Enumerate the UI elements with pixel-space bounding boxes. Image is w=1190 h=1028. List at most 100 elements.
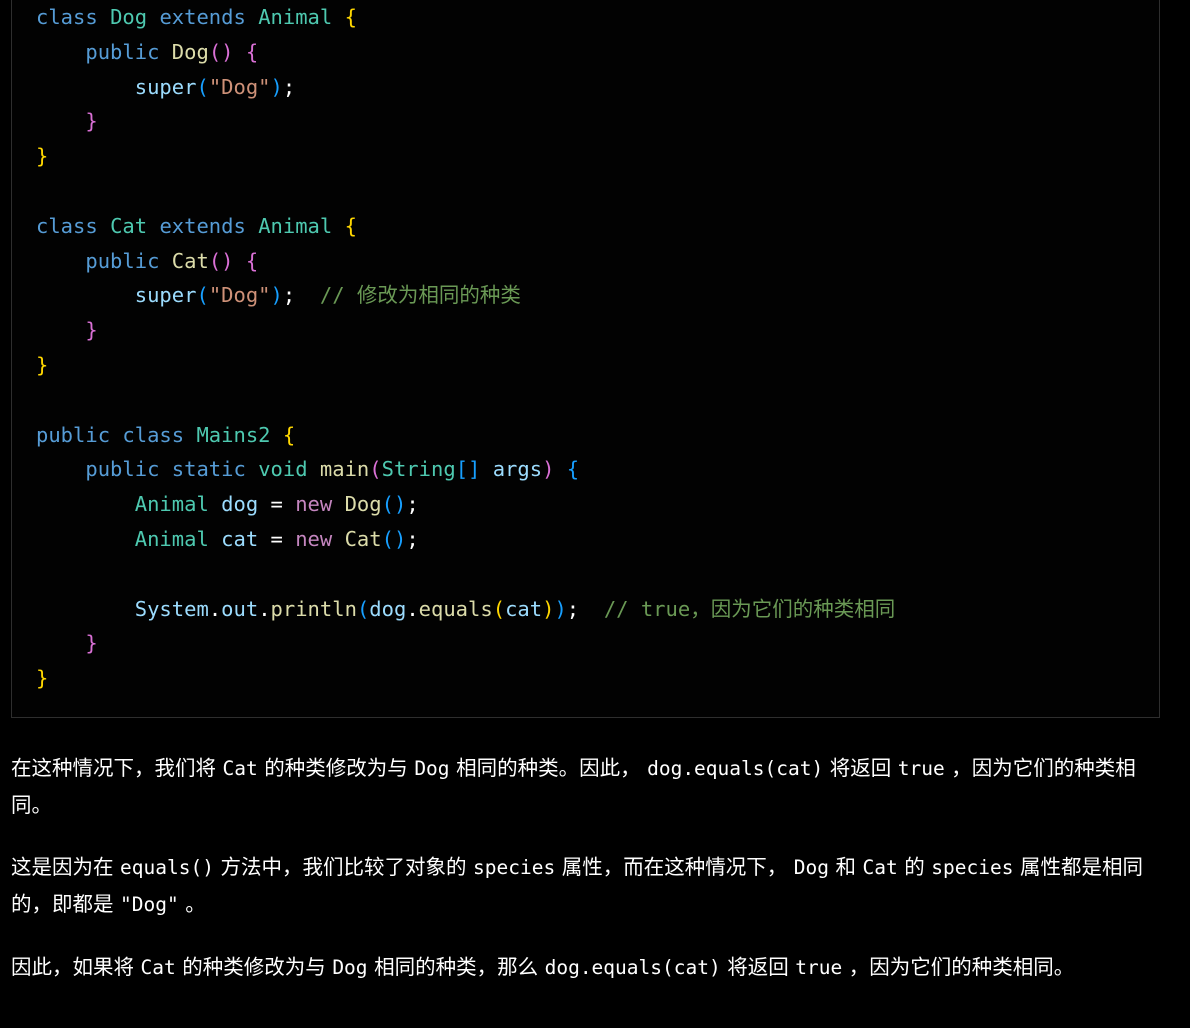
code-line: } (36, 626, 1159, 661)
token-function: println (270, 596, 357, 621)
paragraph-text: 将返回 (720, 955, 796, 979)
token-bracket: ) (554, 596, 567, 621)
token-bracket: () (381, 492, 407, 517)
token-bracket: ) (270, 74, 283, 99)
code-line: } (36, 348, 1159, 383)
inline-code: "Dog" (120, 893, 179, 916)
token-type: Animal (134, 526, 209, 551)
token-keyword-new: new (295, 492, 333, 517)
inline-code: dog.equals(cat) (647, 757, 824, 780)
token-function: super (134, 74, 197, 99)
token-punctuation: . (406, 596, 419, 621)
token-bracket: () (381, 526, 407, 551)
inline-code: Dog (414, 757, 450, 780)
token-function: Dog (171, 39, 209, 64)
inline-code: Cat (862, 856, 898, 879)
token-operator: = (270, 526, 283, 551)
code-line: class Cat extends Animal { (36, 209, 1159, 244)
token-punctuation: ; (566, 596, 580, 621)
token-function: Dog (344, 492, 382, 517)
code-block-java[interactable]: class Dog extends Animal { public Dog() … (11, 0, 1160, 718)
token-type: String (381, 457, 456, 482)
token-punctuation: ; (406, 492, 419, 517)
token-bracket: ( (369, 457, 382, 482)
code-line: } (36, 661, 1159, 696)
token-punctuation: ; (282, 74, 296, 99)
answer-content: class Dog extends Animal { public Dog() … (0, 0, 1190, 986)
token-operator: = (270, 492, 283, 517)
token-bracket: { (566, 457, 580, 482)
token-function: main (319, 457, 370, 482)
token-keyword: class (36, 213, 98, 238)
code-line: class Dog extends Animal { (36, 0, 1159, 35)
paragraph-text: ，因为它们的种类相同。 (842, 955, 1075, 979)
code-line: Animal dog = new Dog(); (36, 487, 1159, 522)
code-line: public class Mains2 { (36, 418, 1159, 453)
token-type: Dog (110, 5, 148, 29)
paragraph-text: 的种类修改为与 (175, 955, 333, 979)
paragraph-text: 。 (178, 892, 206, 916)
token-string: "Dog" (208, 74, 271, 99)
token-function: equals (418, 596, 493, 621)
paragraph-text: 相同的种类，那么 (367, 955, 545, 979)
inline-code: species (931, 856, 1014, 879)
paragraph-text: 因此，如果将 (11, 955, 141, 979)
token-bracket: () (208, 39, 234, 64)
token-bracket: } (36, 352, 49, 377)
paragraph: 在这种情况下，我们将 Cat 的种类修改为与 Dog 相同的种类。因此， dog… (11, 750, 1157, 823)
token-comment: // true，因为它们的种类相同 (603, 596, 896, 621)
token-function: Cat (171, 248, 209, 273)
token-keyword: class (122, 422, 185, 447)
inline-code: dog.equals(cat) (544, 956, 721, 979)
token-bracket: } (85, 318, 98, 343)
inline-code: Dog (332, 956, 368, 979)
token-bracket: { (344, 213, 357, 238)
inline-code: true (795, 956, 843, 979)
token-type: Animal (134, 492, 209, 517)
token-punctuation: ; (282, 283, 296, 308)
token-string: "Dog" (208, 283, 271, 308)
token-function: super (134, 283, 197, 308)
paragraph: 这是因为在 equals() 方法中，我们比较了对象的 species 属性，而… (11, 849, 1157, 923)
token-keyword: public (36, 422, 111, 447)
code-line: } (36, 104, 1159, 139)
paragraph-text: 在这种情况下，我们将 (11, 756, 223, 780)
code-line: super("Dog"); // 修改为相同的种类 (36, 278, 1159, 313)
token-bracket: { (245, 248, 259, 273)
token-keyword: extends (159, 213, 246, 238)
token-bracket: } (36, 144, 49, 169)
token-bracket: [] (455, 457, 481, 482)
paragraph-text: 这是因为在 (11, 855, 121, 879)
token-bracket: { (344, 5, 357, 29)
token-bracket: ) (542, 457, 555, 482)
code-line: } (36, 139, 1159, 174)
token-variable: dog (221, 492, 259, 517)
token-comment: // 修改为相同的种类 (319, 283, 521, 308)
code-line: public static void main(String[] args) { (36, 452, 1159, 487)
token-variable: dog (369, 596, 407, 621)
inline-code: Dog (793, 856, 829, 879)
token-keyword: void (258, 457, 308, 482)
token-keyword: class (36, 5, 98, 29)
token-bracket: ( (492, 596, 506, 621)
code-line: } (36, 313, 1159, 348)
token-type: Animal (258, 213, 333, 238)
token-bracket: ( (196, 283, 209, 308)
explanation-prose: 在这种情况下，我们将 Cat 的种类修改为与 Dog 相同的种类。因此， dog… (0, 750, 1168, 986)
inline-code: true (897, 757, 945, 780)
token-keyword: public (85, 457, 160, 482)
code-line: System.out.println(dog.equals(cat)); // … (36, 592, 1159, 627)
token-keyword: public (85, 248, 160, 273)
code-line: Animal cat = new Cat(); (36, 522, 1159, 557)
inline-code: species (473, 856, 556, 879)
token-type: Cat (110, 213, 148, 238)
token-bracket: ( (196, 74, 209, 99)
code-line: super("Dog"); (36, 70, 1159, 105)
token-variable: cat (221, 526, 259, 551)
token-type: Mains2 (196, 422, 271, 447)
token-keyword: extends (159, 5, 246, 29)
code-content: class Dog extends Animal { public Dog() … (12, 0, 1159, 696)
token-keyword-new: new (295, 526, 333, 551)
